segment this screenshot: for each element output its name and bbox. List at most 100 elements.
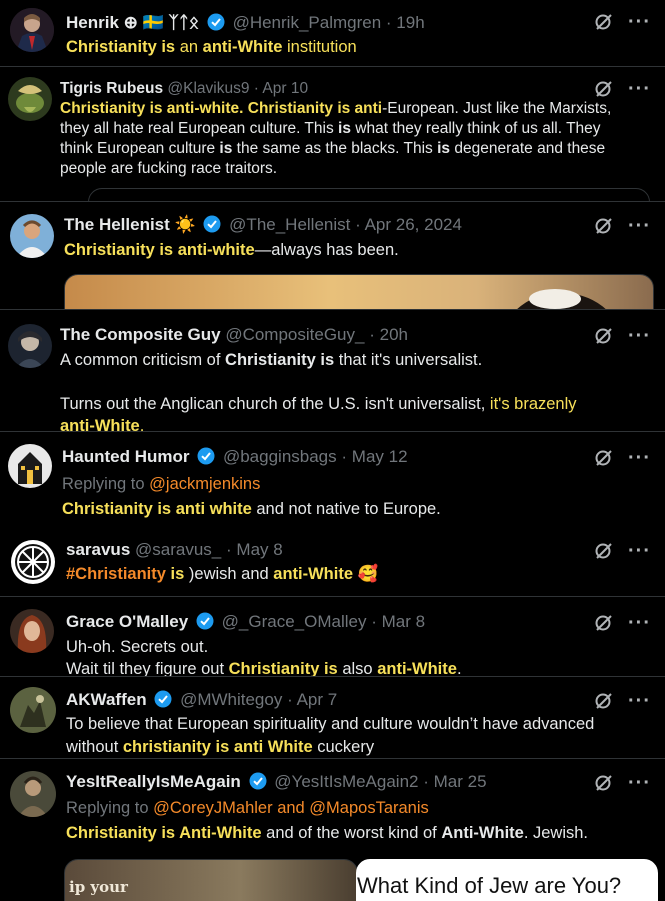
author-handle[interactable]: @CompositeGuy_ [225, 325, 364, 344]
author-name[interactable]: Haunted Humor [62, 447, 190, 466]
avatar[interactable] [8, 324, 52, 368]
grok-icon[interactable] [594, 12, 614, 32]
more-dots-icon[interactable]: ··· [628, 691, 651, 711]
post-text: To believe that European spirituality an… [66, 713, 635, 759]
post-text-line: Wait til they figure out Christianity is… [66, 658, 635, 677]
post-image-left[interactable]: ip your [64, 859, 358, 901]
author-name[interactable]: Tigris Rubeus [60, 80, 163, 97]
avatar[interactable] [10, 214, 54, 258]
author-handle[interactable]: @Henrik_Palmgren [233, 13, 382, 32]
reply-mention-link[interactable]: @CoreyJMahler and @MaposTaranis [153, 799, 429, 817]
text-segment: is [437, 140, 451, 157]
post-text: Uh-oh. Secrets out. Wait til they figure … [66, 636, 635, 677]
post-akwaffen[interactable]: AKWaffen @MWhitegoy · Apr 7 To believe t… [0, 676, 665, 759]
grok-icon[interactable] [594, 613, 614, 633]
author-name[interactable]: The Composite Guy [60, 325, 221, 344]
post-text-line: Christianity is anti-white. Christianity… [60, 99, 635, 179]
avatar[interactable] [10, 8, 54, 52]
post-haunted-humor[interactable]: Haunted Humor @bagginsbags · May 12 Repl… [0, 431, 665, 530]
post-hellenist[interactable]: The Hellenist ☀️ @The_Hellenist · Apr 26… [0, 201, 665, 310]
post-time[interactable]: Mar 8 [382, 612, 425, 631]
replying-to-label: Replying to [62, 475, 145, 493]
post-saravus[interactable]: saravus @saravus_ · May 8 #Christianity … [0, 529, 665, 594]
post-time[interactable]: Apr 7 [297, 690, 338, 709]
text-segment: . [139, 417, 145, 432]
avatar[interactable] [8, 77, 52, 121]
post-yesitreallyismeagain[interactable]: YesItReallyIsMeAgain @YesItIsMeAgain2 · … [0, 758, 665, 901]
avatar[interactable] [10, 687, 56, 733]
author-handle[interactable]: @saravus_ [135, 540, 221, 559]
reply-mention-link[interactable]: @jackmjenkins [149, 475, 260, 493]
text-segment: Christianity is Anti-White [66, 824, 262, 842]
text-segment: Wait til they figure out [66, 660, 229, 677]
author-name[interactable]: The Hellenist ☀️ [64, 215, 196, 234]
verified-badge-icon [249, 772, 267, 790]
avatar[interactable] [10, 539, 56, 585]
grok-icon[interactable] [594, 326, 614, 346]
author-handle[interactable]: @MWhitegoy [180, 690, 282, 709]
text-segment: and of the worst kind of [261, 824, 442, 842]
author-name[interactable]: YesItReallyIsMeAgain [66, 772, 241, 791]
more-dots-icon[interactable]: ··· [628, 541, 651, 561]
image-caption-right: What Kind of Jew are You? [357, 873, 622, 898]
post-tigris[interactable]: Tigris Rubeus @Klavikus9 · Apr 10 Christ… [0, 66, 665, 202]
post-time[interactable]: Apr 10 [262, 80, 308, 97]
text-segment: the same as the blacks. This [232, 140, 438, 157]
text-segment: cuckery [312, 738, 375, 756]
post-grace-omalley[interactable]: Grace O'Malley @_Grace_OMalley · Mar 8 U… [0, 596, 665, 677]
avatar[interactable] [8, 444, 52, 488]
author-name[interactable]: Henrik ⊕ 🇸🇪 ᛉᛏᛟ [66, 13, 199, 32]
text-segment: anti-White [273, 565, 354, 583]
post-text-line [60, 371, 635, 393]
grok-icon[interactable] [594, 448, 614, 468]
more-dots-icon[interactable]: ··· [628, 216, 651, 236]
post-time[interactable]: May 8 [236, 540, 282, 559]
avatar[interactable] [10, 609, 54, 653]
more-dots-icon[interactable]: ··· [628, 448, 651, 468]
more-dots-icon[interactable]: ··· [628, 773, 651, 793]
separator-dot: · [253, 80, 259, 97]
grok-icon[interactable] [594, 541, 614, 561]
avatar[interactable] [10, 771, 56, 817]
author-handle[interactable]: @YesItIsMeAgain2 [274, 772, 418, 791]
more-dots-icon[interactable]: ··· [628, 613, 651, 633]
post-time[interactable]: Apr 26, 2024 [365, 215, 462, 234]
post-time[interactable]: May 12 [352, 447, 408, 466]
more-dots-icon[interactable]: ··· [628, 12, 651, 32]
post-text-line: Turns out the Anglican church of the U.S… [60, 393, 635, 415]
quoted-post-card[interactable] [88, 188, 650, 202]
post-text-line: Christianity is an anti-White institutio… [66, 37, 635, 57]
separator-dot: · [423, 772, 429, 791]
text-segment: . [456, 660, 462, 677]
more-dots-icon[interactable]: ··· [628, 326, 651, 346]
separator-dot: · [341, 447, 348, 466]
post-text-line: A common criticism of Christianity is th… [60, 349, 635, 371]
separator-dot: · [355, 215, 361, 234]
post-henrik[interactable]: Henrik ⊕ 🇸🇪 ᛉᛏᛟ @Henrik_Palmgren · 19h C… [0, 0, 665, 62]
post-image-right[interactable]: What Kind of Jew are You? [356, 859, 658, 901]
grok-icon[interactable] [594, 216, 614, 236]
post-text-line: Christianity is anti-white—always has be… [64, 240, 635, 260]
text-segment: Anti-White [441, 824, 524, 842]
text-segment: anti-White [202, 38, 283, 56]
post-time[interactable]: 19h [396, 13, 424, 32]
text-segment: it's brazenly [489, 395, 577, 413]
author-name[interactable]: saravus [66, 540, 130, 559]
text-segment: 🥰 [353, 565, 379, 583]
more-dots-icon[interactable]: ··· [628, 79, 651, 99]
text-segment: is [219, 140, 233, 157]
author-handle[interactable]: @The_Hellenist [229, 215, 350, 234]
post-image[interactable] [64, 274, 654, 310]
grok-icon[interactable] [594, 691, 614, 711]
post-composite-guy[interactable]: The Composite Guy @CompositeGuy_ · 20h A… [0, 309, 665, 432]
author-handle[interactable]: @Klavikus9 [167, 80, 249, 97]
author-name[interactable]: Grace O'Malley [66, 612, 188, 631]
author-name[interactable]: AKWaffen [66, 690, 147, 709]
grok-icon[interactable] [594, 773, 614, 793]
author-handle[interactable]: @_Grace_OMalley [222, 612, 367, 631]
post-time[interactable]: Mar 25 [434, 772, 487, 791]
grok-icon[interactable] [594, 79, 614, 99]
author-handle[interactable]: @bagginsbags [223, 447, 337, 466]
post-time[interactable]: 20h [380, 325, 408, 344]
post-text-line: #Christianity is )ewish and anti-White 🥰 [66, 564, 635, 584]
